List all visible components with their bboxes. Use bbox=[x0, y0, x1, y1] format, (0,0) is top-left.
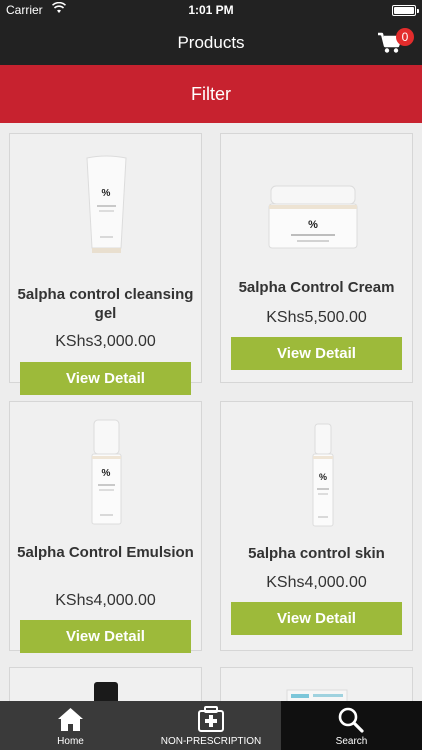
product-card[interactable]: % 5alpha control skin KShs4,000.00 View … bbox=[220, 401, 413, 651]
battery-icon bbox=[392, 5, 419, 16]
product-image: % bbox=[10, 152, 201, 256]
product-card[interactable] bbox=[9, 667, 202, 701]
tab-home[interactable]: Home bbox=[0, 701, 141, 750]
status-time: 1:01 PM bbox=[188, 3, 234, 17]
product-name[interactable]: 5alpha control cleansing gel bbox=[16, 285, 195, 323]
product-name[interactable]: 5alpha Control Emulsion bbox=[16, 543, 195, 562]
product-price: KShs4,000.00 bbox=[55, 592, 156, 609]
page-title: Products bbox=[177, 33, 245, 52]
filter-button[interactable]: Filter bbox=[0, 65, 422, 123]
svg-text:%: % bbox=[308, 219, 318, 231]
cart-count-badge: 0 bbox=[396, 28, 414, 46]
tab-search[interactable]: Search bbox=[281, 701, 422, 750]
product-name[interactable]: 5alpha control skin bbox=[227, 544, 406, 563]
filter-label: Filter bbox=[191, 84, 231, 104]
product-card[interactable]: % 5alpha Control Cream KShs5,500.00 View… bbox=[220, 133, 413, 383]
tab-non-prescription[interactable]: NON-PRESCRIPTION bbox=[141, 701, 281, 750]
nav-bar: Products 0 bbox=[0, 20, 422, 65]
product-price: KShs5,500.00 bbox=[266, 309, 367, 326]
product-image: % bbox=[221, 422, 412, 532]
search-icon bbox=[281, 705, 422, 733]
product-image bbox=[221, 688, 412, 701]
product-price: KShs3,000.00 bbox=[55, 333, 156, 350]
product-image bbox=[10, 680, 201, 701]
product-card[interactable]: % 5alpha control cleansing gel KShs3,000… bbox=[9, 133, 202, 395]
view-detail-button[interactable]: View Detail bbox=[20, 620, 191, 653]
product-card[interactable]: % 5alpha Control Emulsion KShs4,000.00 V… bbox=[9, 401, 202, 653]
medical-kit-icon bbox=[141, 705, 281, 733]
view-detail-button[interactable]: View Detail bbox=[20, 362, 191, 395]
product-image: % bbox=[10, 418, 201, 528]
view-detail-button[interactable]: View Detail bbox=[231, 337, 402, 370]
cart-button[interactable]: 0 bbox=[378, 26, 414, 58]
product-card[interactable] bbox=[220, 667, 413, 701]
home-icon bbox=[0, 705, 141, 733]
svg-text:%: % bbox=[319, 472, 327, 482]
tab-home-label: Home bbox=[57, 736, 84, 747]
product-name[interactable]: 5alpha Control Cream bbox=[227, 278, 406, 297]
tab-bar: Home NON-PRESCRIPTION Search bbox=[0, 701, 422, 750]
product-grid[interactable]: % 5alpha control cleansing gel KShs3,000… bbox=[0, 123, 422, 701]
svg-text:%: % bbox=[102, 188, 111, 199]
tab-non-prescription-label: NON-PRESCRIPTION bbox=[160, 736, 262, 747]
status-bar: Carrier 1:01 PM bbox=[0, 0, 422, 20]
product-image: % bbox=[221, 182, 412, 254]
view-detail-button[interactable]: View Detail bbox=[231, 602, 402, 635]
product-price: KShs4,000.00 bbox=[266, 574, 367, 591]
svg-text:%: % bbox=[102, 468, 111, 479]
tab-search-label: Search bbox=[335, 736, 368, 747]
